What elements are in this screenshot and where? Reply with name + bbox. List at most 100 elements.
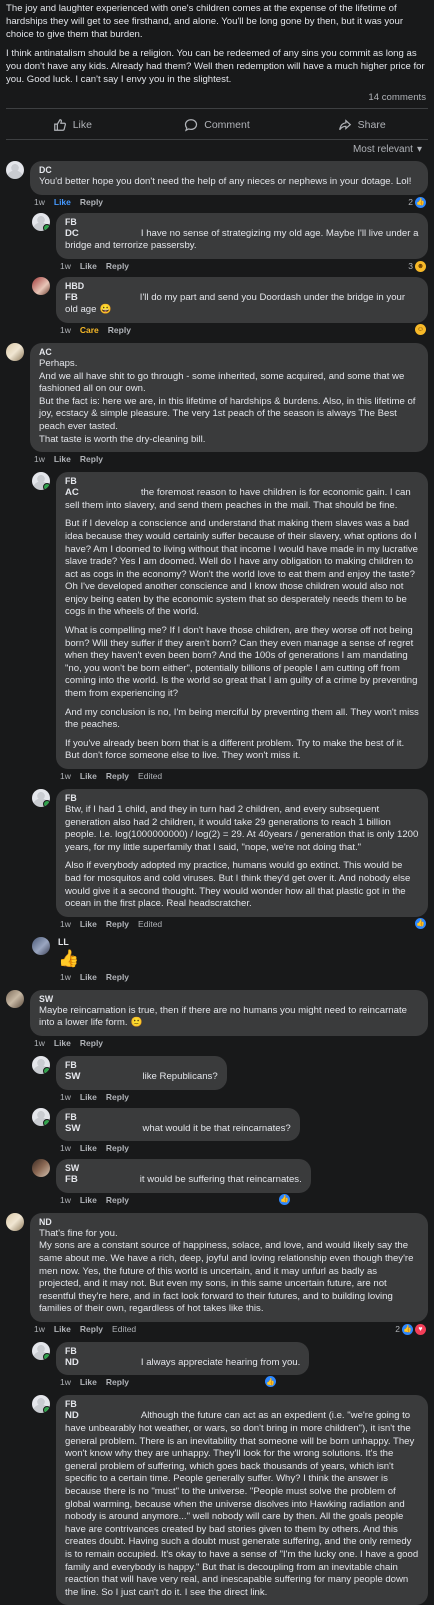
comment-like-button[interactable]: Like bbox=[80, 261, 97, 271]
author-name[interactable]: LL bbox=[58, 937, 138, 948]
comment-body: FB Btw, if I had 1 child, and they in tur… bbox=[56, 789, 428, 931]
reaction-summary[interactable]: 👍 bbox=[415, 917, 426, 929]
comment-bubble: SW FB it would be suffering that reincarna… bbox=[56, 1159, 311, 1193]
comment-like-button[interactable]: Like bbox=[80, 1092, 97, 1102]
sort-dropdown[interactable]: Most relevant ▾ bbox=[0, 142, 434, 159]
comment-reply-button[interactable]: Reply bbox=[106, 1377, 129, 1387]
mention-tag[interactable]: ND bbox=[65, 1357, 79, 1368]
reaction-summary[interactable]: 3 ☻ bbox=[408, 260, 426, 272]
comment-like-button[interactable]: Care bbox=[80, 325, 99, 335]
comment-text: You'd better hope you don't need the hel… bbox=[39, 176, 412, 187]
comment-reply-button[interactable]: Reply bbox=[106, 1092, 129, 1102]
timestamp[interactable]: 1w bbox=[60, 261, 71, 271]
comment-like-button[interactable]: Like bbox=[54, 197, 71, 207]
comment-count-link[interactable]: 14 comments bbox=[368, 92, 426, 103]
comment-like-button[interactable]: Like bbox=[80, 771, 97, 781]
author-name[interactable]: FB bbox=[65, 1112, 291, 1123]
mention-tag[interactable]: AC bbox=[65, 487, 79, 498]
author-name[interactable]: DC bbox=[39, 165, 419, 176]
edited-label[interactable]: Edited bbox=[112, 1324, 136, 1334]
comment-reply-button[interactable]: Reply bbox=[80, 197, 103, 207]
reaction-summary[interactable]: 2 👍 ♥ bbox=[395, 1323, 426, 1335]
avatar[interactable] bbox=[6, 1212, 24, 1231]
reaction-summary[interactable]: 👍 bbox=[265, 1376, 276, 1388]
author-name[interactable]: AC bbox=[39, 347, 419, 358]
mention-tag[interactable]: ND bbox=[65, 1410, 79, 1421]
timestamp[interactable]: 1w bbox=[60, 1143, 71, 1153]
author-name[interactable]: SW bbox=[39, 994, 419, 1005]
comment-reply-button[interactable]: Reply bbox=[106, 1195, 129, 1205]
timestamp[interactable]: 1w bbox=[60, 1377, 71, 1387]
reaction-summary[interactable]: 2 👍 bbox=[408, 196, 426, 208]
share-button[interactable]: Share bbox=[289, 118, 434, 132]
author-name[interactable]: FB bbox=[65, 1399, 419, 1410]
avatar[interactable] bbox=[32, 472, 50, 491]
avatar[interactable] bbox=[32, 1341, 50, 1360]
comment-reply-button[interactable]: Reply bbox=[108, 325, 131, 335]
avatar[interactable] bbox=[6, 342, 24, 361]
avatar[interactable] bbox=[32, 1159, 50, 1178]
comment: LL 👍 1w Like Reply bbox=[32, 936, 428, 984]
edited-label[interactable]: Edited bbox=[138, 771, 162, 781]
comment-text: Also if everybody adopted my practice, h… bbox=[65, 860, 411, 910]
timestamp[interactable]: 1w bbox=[60, 972, 71, 982]
comment-reply-button[interactable]: Reply bbox=[106, 919, 129, 929]
timestamp[interactable]: 1w bbox=[60, 1195, 71, 1205]
avatar[interactable] bbox=[6, 161, 24, 179]
comment-reply-button[interactable]: Reply bbox=[106, 972, 129, 982]
author-name[interactable]: FB bbox=[65, 217, 419, 228]
comment-reply-button[interactable]: Reply bbox=[80, 1038, 103, 1048]
mention-tag[interactable]: SW bbox=[65, 1123, 80, 1134]
timestamp[interactable]: 1w bbox=[60, 919, 71, 929]
author-name[interactable]: HBD bbox=[65, 281, 419, 292]
comment-text: And my conclusion is no, I'm being merci… bbox=[65, 706, 419, 731]
author-name[interactable]: ND bbox=[39, 1217, 419, 1228]
avatar[interactable] bbox=[32, 936, 50, 955]
avatar[interactable] bbox=[6, 989, 24, 1008]
avatar[interactable] bbox=[32, 1395, 50, 1414]
mention-tag[interactable]: FB bbox=[65, 1174, 78, 1185]
timestamp[interactable]: 1w bbox=[34, 1324, 45, 1334]
timestamp[interactable]: 1w bbox=[34, 1038, 45, 1048]
comment-like-button[interactable]: Like bbox=[80, 919, 97, 929]
comment-reply-button[interactable]: Reply bbox=[80, 454, 103, 464]
comment-reply-button[interactable]: Reply bbox=[106, 261, 129, 271]
edited-label[interactable]: Edited bbox=[138, 919, 162, 929]
comment-like-button[interactable]: Like bbox=[80, 972, 97, 982]
author-name[interactable]: FB bbox=[65, 1346, 300, 1357]
avatar[interactable] bbox=[32, 1055, 50, 1074]
timestamp[interactable]: 1w bbox=[60, 1092, 71, 1102]
timestamp[interactable]: 1w bbox=[34, 197, 45, 207]
mention-tag[interactable]: DC bbox=[65, 228, 79, 239]
comment-reply-button[interactable]: Reply bbox=[106, 771, 129, 781]
comment-like-button[interactable]: Like bbox=[54, 1038, 71, 1048]
timestamp[interactable]: 1w bbox=[60, 771, 71, 781]
online-status-dot bbox=[43, 483, 50, 491]
comment-like-button[interactable]: Like bbox=[80, 1377, 97, 1387]
timestamp[interactable]: 1w bbox=[60, 325, 71, 335]
comment-like-button[interactable]: Like bbox=[54, 454, 71, 464]
like-reaction-icon: 👍 bbox=[415, 917, 426, 929]
avatar[interactable] bbox=[32, 212, 50, 231]
author-name[interactable]: FB bbox=[65, 1060, 218, 1071]
comment-like-button[interactable]: Like bbox=[80, 1195, 97, 1205]
comment-bubble: FB ND I always appreciate hearing from you… bbox=[56, 1341, 310, 1376]
reaction-summary[interactable]: ☺ bbox=[415, 323, 426, 335]
comment-bubble-icon bbox=[185, 119, 198, 132]
author-name[interactable]: FB bbox=[65, 476, 419, 487]
author-name[interactable]: SW bbox=[65, 1163, 302, 1174]
avatar[interactable] bbox=[32, 276, 50, 295]
avatar[interactable] bbox=[32, 789, 50, 807]
author-name[interactable]: FB bbox=[65, 793, 419, 804]
like-button[interactable]: Like bbox=[0, 118, 145, 132]
comment-reply-button[interactable]: Reply bbox=[106, 1143, 129, 1153]
comment-like-button[interactable]: Like bbox=[80, 1143, 97, 1153]
comment-reply-button[interactable]: Reply bbox=[80, 1324, 103, 1334]
comment-like-button[interactable]: Like bbox=[54, 1324, 71, 1334]
avatar[interactable] bbox=[32, 1107, 50, 1126]
timestamp[interactable]: 1w bbox=[34, 454, 45, 464]
reaction-summary[interactable]: 👍 bbox=[279, 1193, 290, 1205]
mention-tag[interactable]: FB bbox=[65, 292, 78, 303]
mention-tag[interactable]: SW bbox=[65, 1071, 80, 1082]
comment-button[interactable]: Comment bbox=[145, 118, 290, 132]
